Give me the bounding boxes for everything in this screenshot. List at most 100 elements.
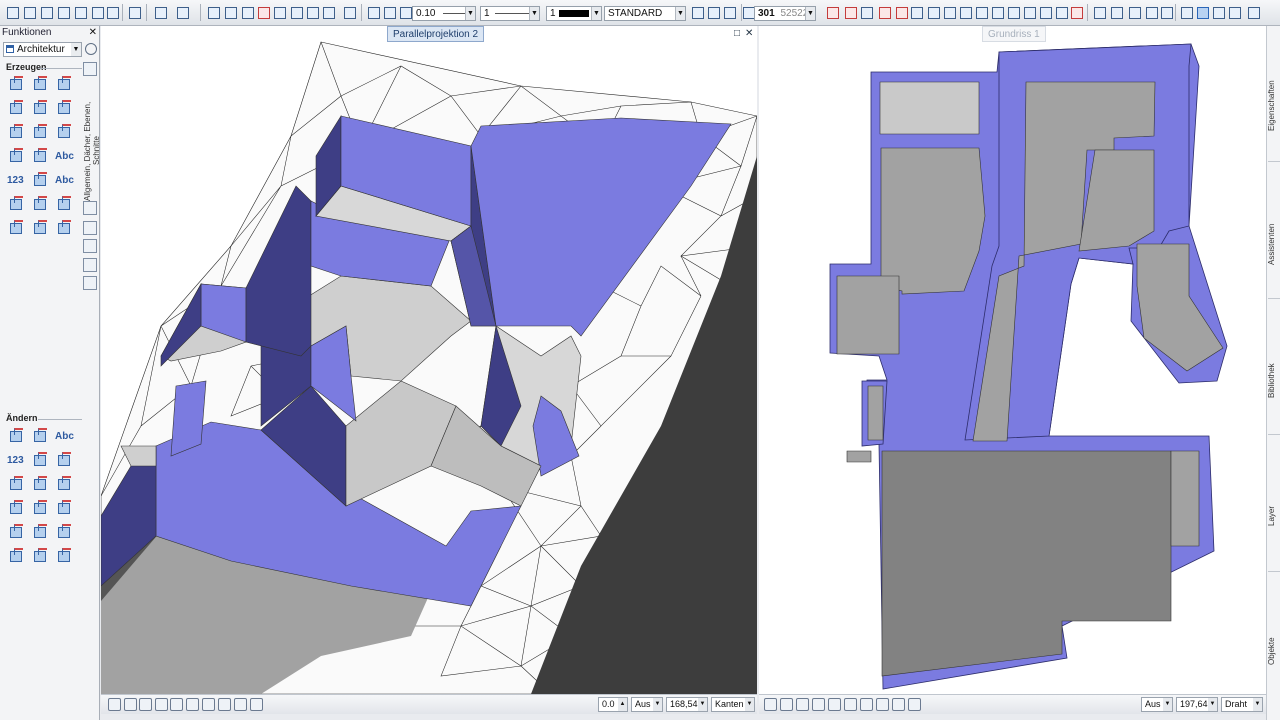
viewport-3d-title[interactable]: Parallelprojektion 2 <box>387 26 485 42</box>
grid-view-icon[interactable] <box>250 698 263 711</box>
tab-objekte[interactable]: Objekte <box>1267 611 1280 691</box>
angle-field[interactable]: 0.0 ▲ <box>598 697 628 712</box>
transfer-icon[interactable] <box>54 546 76 568</box>
edit-surface-icon[interactable] <box>54 474 76 496</box>
print-icon[interactable] <box>55 4 71 20</box>
rotate-icon[interactable] <box>925 4 941 20</box>
report-icon[interactable] <box>30 194 52 216</box>
view-window-icon[interactable] <box>234 698 247 711</box>
new-file-icon[interactable] <box>4 4 20 20</box>
zoom-settings-icon[interactable] <box>108 698 121 711</box>
layer-visibility-icon[interactable] <box>689 4 705 20</box>
array-icon[interactable] <box>1053 4 1069 20</box>
window-icon[interactable] <box>222 4 238 20</box>
delete-element-icon[interactable] <box>6 546 28 568</box>
align-icon[interactable] <box>941 4 957 20</box>
filter-edit-icon[interactable] <box>1158 4 1174 20</box>
list-icon[interactable] <box>6 194 28 216</box>
maximize-icon[interactable]: □ <box>734 28 740 39</box>
scale-select[interactable]: 168,54 ▼ <box>666 697 708 712</box>
layer-filter-icon[interactable] <box>721 4 737 20</box>
filter-icon[interactable] <box>1226 4 1242 20</box>
copy-along-icon[interactable] <box>1021 4 1037 20</box>
extend-icon[interactable] <box>989 4 1005 20</box>
dropdown-icon[interactable] <box>1245 4 1261 20</box>
tab-tool-2-icon[interactable] <box>83 221 97 235</box>
cut-icon[interactable] <box>126 4 142 20</box>
remove-icon[interactable] <box>30 474 52 496</box>
join-icon[interactable] <box>957 4 973 20</box>
tab-tool-5-icon[interactable] <box>83 276 97 290</box>
pen-thickness-select[interactable]: 0.10 ▼ <box>412 6 476 21</box>
orbit-icon[interactable] <box>155 698 168 711</box>
redo-view-icon[interactable] <box>186 698 199 711</box>
grid-view-icon[interactable] <box>908 698 921 711</box>
number-icon[interactable]: 123 <box>6 170 28 192</box>
view-window-icon[interactable] <box>1194 4 1210 20</box>
dimension-icon[interactable] <box>6 146 28 168</box>
modify-wall-icon[interactable] <box>6 426 28 448</box>
module-select[interactable]: Architektur ▼ <box>3 42 82 57</box>
roof-icon[interactable] <box>30 74 52 96</box>
text-icon[interactable]: Abc <box>54 146 76 168</box>
door-icon[interactable] <box>54 522 76 544</box>
intersect-icon[interactable] <box>30 218 52 240</box>
project-icon[interactable] <box>104 4 120 20</box>
elevation-select[interactable]: 301 52522 ▼ <box>754 6 816 21</box>
tab-tool-4-icon[interactable] <box>83 258 97 272</box>
tab-layer[interactable]: Layer <box>1267 476 1280 556</box>
color-select[interactable]: 1 ▼ <box>546 6 602 21</box>
view-options-icon[interactable] <box>218 698 231 711</box>
orbit-icon[interactable] <box>812 698 825 711</box>
open-file-icon[interactable] <box>21 4 37 20</box>
tab-general[interactable]: Allgemein, Dächer, Ebenen, Schnitte <box>83 86 101 216</box>
stretch-icon[interactable] <box>908 4 924 20</box>
elevation-icon[interactable] <box>30 146 52 168</box>
filter-pen-icon[interactable] <box>1143 4 1159 20</box>
undo-view-icon[interactable] <box>170 698 183 711</box>
edit-number-icon[interactable]: 123 <box>6 450 28 472</box>
view-plan-icon[interactable] <box>304 4 320 20</box>
tab-bibliothek[interactable]: Bibliothek <box>1267 341 1280 421</box>
abc-label-icon[interactable] <box>6 474 28 496</box>
section-icon[interactable] <box>54 122 76 144</box>
zoom-in-icon[interactable] <box>139 698 152 711</box>
settings-icon[interactable] <box>83 62 97 76</box>
help-icon[interactable] <box>341 4 357 20</box>
viewport-plan-title[interactable]: Grundriss 1 <box>982 26 1046 42</box>
trim-icon[interactable] <box>973 4 989 20</box>
print-view-icon[interactable] <box>860 698 873 711</box>
label-icon[interactable]: Abc <box>54 170 76 192</box>
window-edit-icon[interactable] <box>30 498 52 520</box>
attribute-icon[interactable] <box>30 546 52 568</box>
view-section-icon[interactable] <box>320 4 336 20</box>
pick-icon[interactable] <box>397 4 413 20</box>
offset-icon[interactable] <box>1005 4 1021 20</box>
tab-assistenten[interactable]: Assistenten <box>1267 204 1280 284</box>
stair-icon[interactable] <box>6 522 28 544</box>
split-icon[interactable] <box>54 218 76 240</box>
gable-icon[interactable] <box>30 98 52 120</box>
wall-icon[interactable] <box>6 74 28 96</box>
building-icon[interactable] <box>6 498 28 520</box>
sum-icon[interactable] <box>1210 4 1226 20</box>
save-icon[interactable] <box>38 4 54 20</box>
print-view-icon[interactable] <box>202 698 215 711</box>
scale-select[interactable]: 197,64 ▼ <box>1176 697 1218 712</box>
edit-text-icon[interactable]: Abc <box>54 426 76 448</box>
save-all-icon[interactable] <box>72 4 88 20</box>
layout-icon[interactable] <box>205 4 221 20</box>
undo-icon[interactable] <box>152 4 168 20</box>
tab-tool-3-icon[interactable] <box>83 239 97 253</box>
line-type-select[interactable]: 1 ▼ <box>480 6 540 21</box>
viewport-plan[interactable] <box>759 26 1266 694</box>
bookmark-icon[interactable] <box>1178 4 1194 20</box>
plane-icon[interactable] <box>54 98 76 120</box>
opening-icon[interactable] <box>54 498 76 520</box>
zoom-settings-icon[interactable] <box>764 698 777 711</box>
angle-icon[interactable] <box>858 4 874 20</box>
mode-select[interactable]: Aus ▼ <box>631 697 663 712</box>
close-icon[interactable]: ✕ <box>745 28 753 39</box>
tab-eigenschaften[interactable]: Eigenschaften <box>1267 66 1280 146</box>
lookup-icon[interactable] <box>54 450 76 472</box>
